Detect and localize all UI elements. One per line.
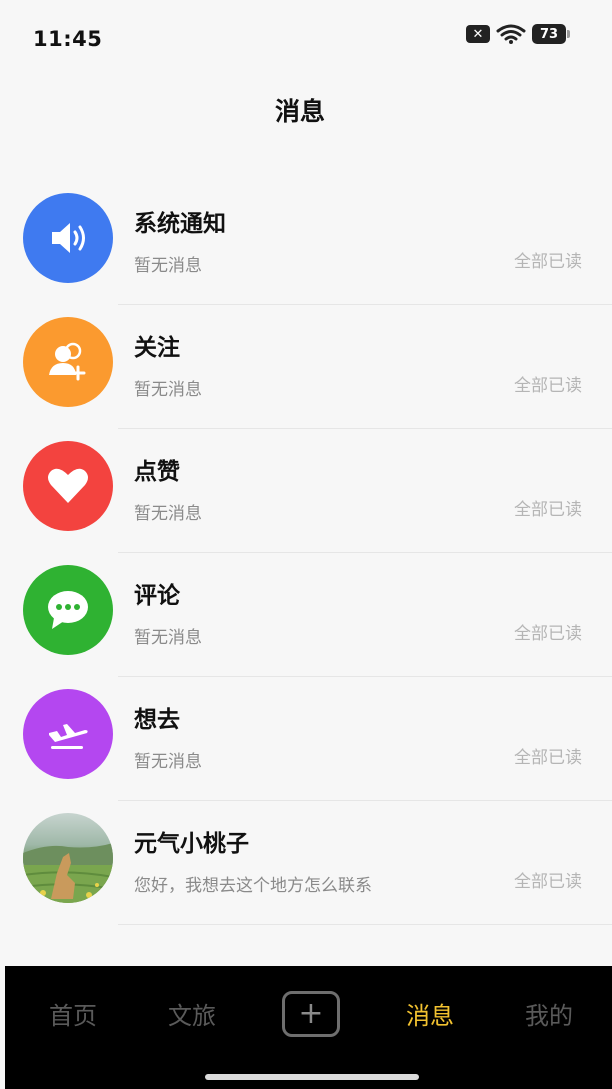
message-item-comment[interactable]: 评论 暂无消息 全部已读 [0,556,612,680]
tab-home[interactable]: 首页 [23,996,123,1031]
mark-all-read-button[interactable]: 全部已读 [514,495,582,520]
no-sim-icon: ✕ [466,25,490,43]
publish-button[interactable]: + [282,991,340,1037]
tab-mine[interactable]: 我的 [499,996,599,1031]
plus-icon: + [298,996,324,1031]
message-item-want-to-go[interactable]: 想去 暂无消息 全部已读 [0,680,612,804]
heart-icon [23,441,113,531]
status-icons: ✕ 73 [466,24,570,44]
mark-all-read-button[interactable]: 全部已读 [514,867,582,892]
divider [118,924,612,925]
tab-culture-travel[interactable]: 文旅 [142,996,242,1031]
message-preview: 您好，我想去这个地方怎么联系 [134,876,372,896]
message-item-like[interactable]: 点赞 暂无消息 全部已读 [0,432,612,556]
message-list: 系统通知 暂无消息 全部已读 关注 暂无消息 全部已读 点赞 暂无消息 全部已读 [0,184,612,928]
message-preview: 暂无消息 [134,752,202,772]
divider [118,552,612,553]
message-preview: 暂无消息 [134,504,202,524]
wifi-icon [496,24,526,44]
message-preview: 暂无消息 [134,380,202,400]
status-time: 11:45 [33,27,103,51]
mark-all-read-button[interactable]: 全部已读 [514,743,582,768]
user-photo-avatar [23,813,113,903]
divider [118,800,612,801]
message-name: 系统通知 [134,211,226,237]
message-name: 想去 [134,707,180,733]
comment-icon [23,565,113,655]
mark-all-read-button[interactable]: 全部已读 [514,619,582,644]
message-name: 点赞 [134,459,180,485]
message-preview: 暂无消息 [134,628,202,648]
message-name: 关注 [134,335,180,361]
divider [118,676,612,677]
message-item-user-chat[interactable]: 元气小桃子 您好，我想去这个地方怎么联系 全部已读 [0,804,612,928]
tab-messages[interactable]: 消息 [380,996,480,1031]
speaker-icon [23,193,113,283]
battery-icon: 73 [532,24,570,44]
divider [118,428,612,429]
airplane-icon [23,689,113,779]
message-item-system[interactable]: 系统通知 暂无消息 全部已读 [0,184,612,308]
message-name: 评论 [134,583,180,609]
mark-all-read-button[interactable]: 全部已读 [514,371,582,396]
status-bar: 11:45 ✕ 73 [0,0,612,70]
page-title: 消息 [274,97,325,126]
battery-level: 73 [539,26,559,42]
add-user-icon [23,317,113,407]
message-preview: 暂无消息 [134,256,202,276]
message-item-follow[interactable]: 关注 暂无消息 全部已读 [0,308,612,432]
message-name: 元气小桃子 [134,831,249,857]
home-indicator [205,1074,419,1080]
divider [118,304,612,305]
mark-all-read-button[interactable]: 全部已读 [514,247,582,272]
tab-bar: 首页 文旅 + 消息 我的 [5,966,612,1089]
